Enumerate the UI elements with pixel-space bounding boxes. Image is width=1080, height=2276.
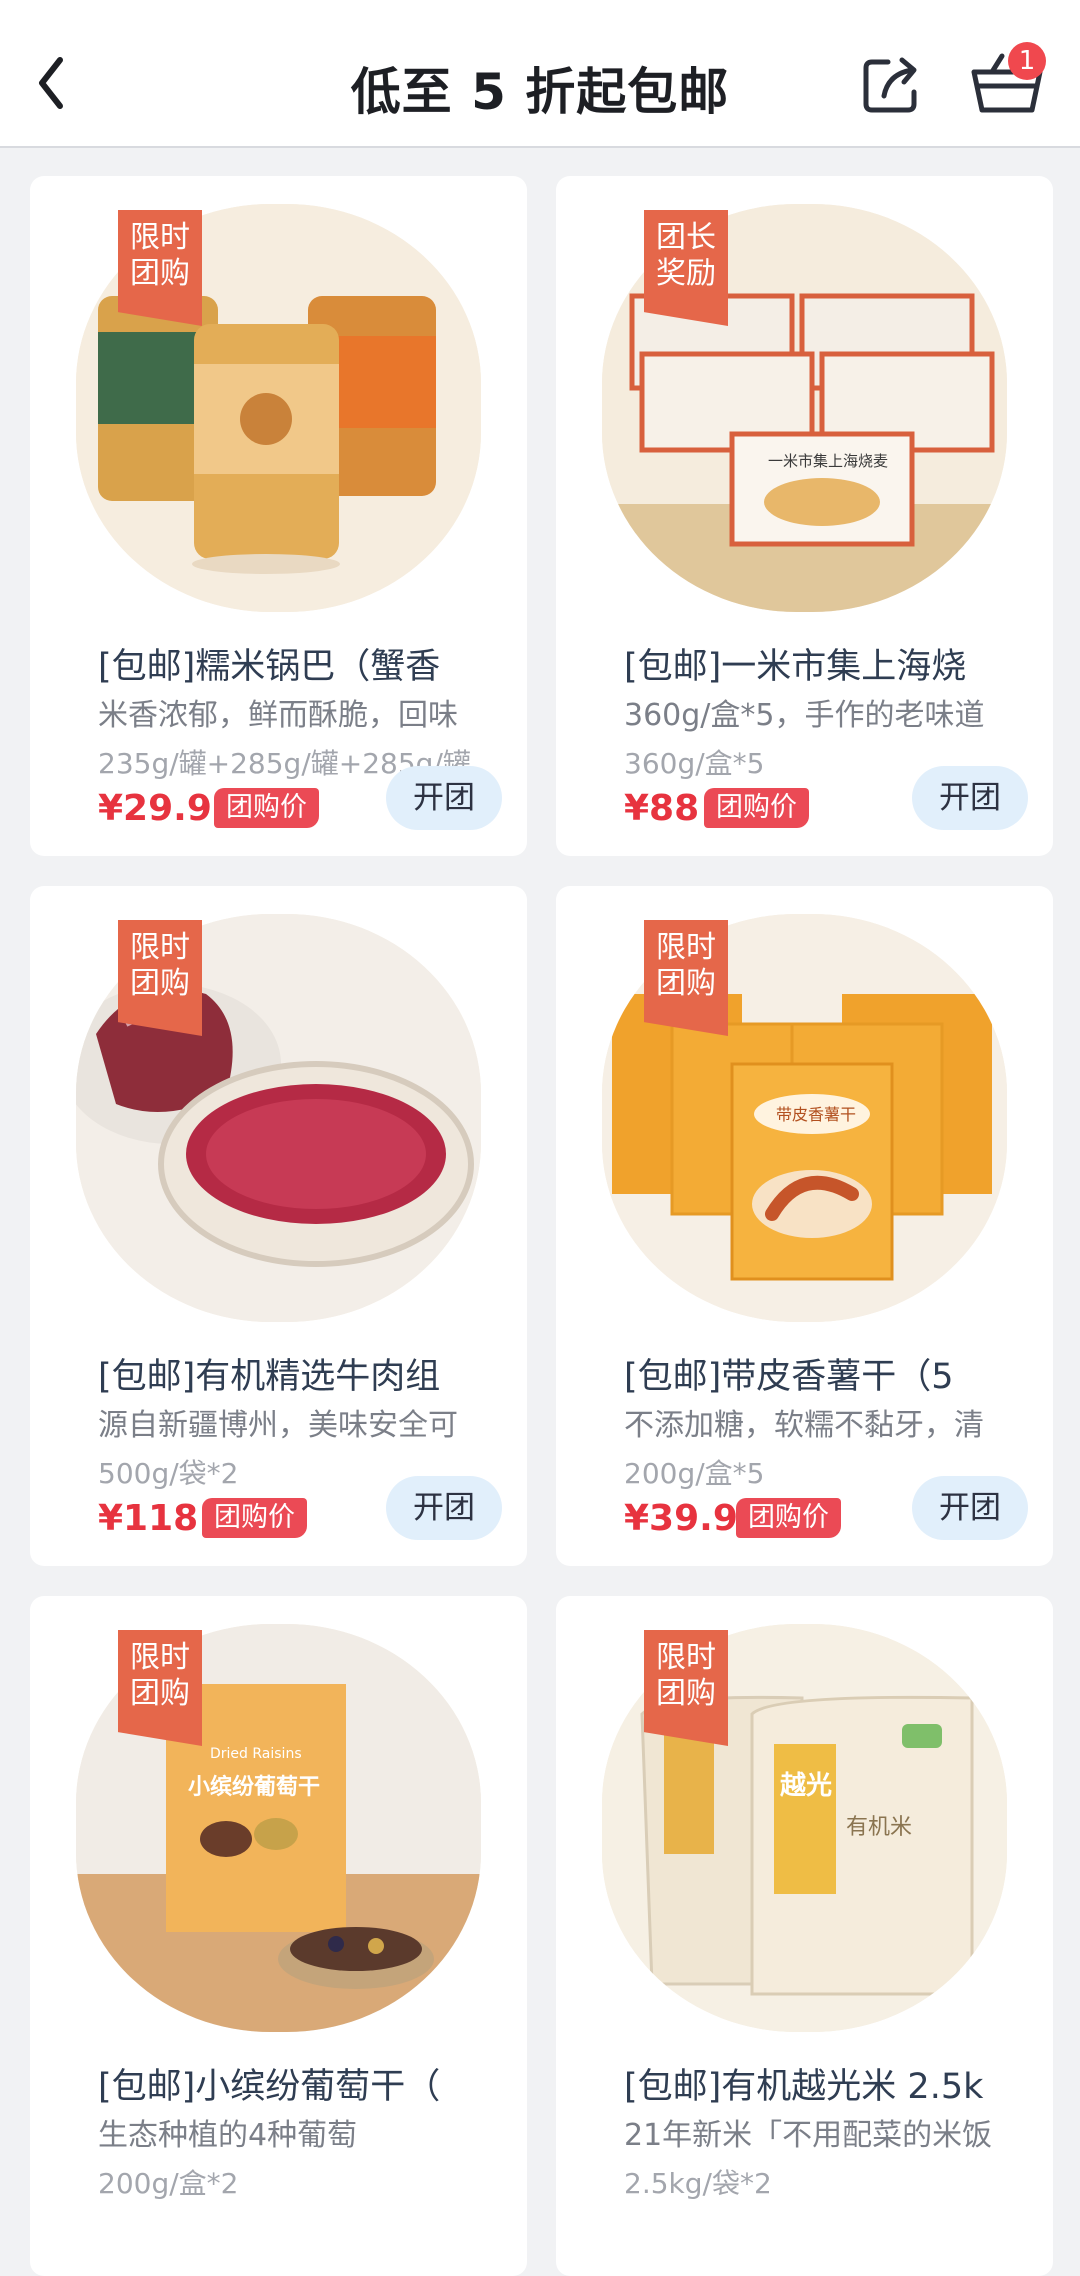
product-price: ¥118 bbox=[98, 1498, 199, 1539]
open-group-button[interactable]: 开团 bbox=[386, 1476, 502, 1540]
product-card[interactable]: Dried Raisins 小缤纷葡萄干 限时 团购 [包邮]小缤纷葡萄干（ 生… bbox=[30, 1596, 527, 2276]
tag-line: 限时 bbox=[130, 930, 190, 965]
tag-line: 奖励 bbox=[656, 256, 716, 291]
tag-line: 限时 bbox=[130, 220, 190, 255]
tag-line: 限时 bbox=[130, 1640, 190, 1675]
top-bar: 低至 5 折起包邮 1 bbox=[0, 0, 1080, 148]
tag-line: 团购 bbox=[130, 966, 190, 1001]
tag-line: 限时 bbox=[656, 1640, 716, 1675]
product-name: [包邮]糯米锅巴（蟹香 bbox=[98, 647, 441, 687]
product-desc: 不添加糖，软糯不黏牙，清 bbox=[624, 1408, 984, 1443]
promo-tag: 限时 团购 bbox=[118, 1630, 202, 1746]
tag-line: 团长 bbox=[656, 220, 716, 255]
group-price-badge: 团购价 bbox=[214, 788, 319, 828]
share-icon[interactable] bbox=[858, 52, 926, 116]
open-group-button[interactable]: 开团 bbox=[386, 766, 502, 830]
product-desc: 源自新疆博州，美味安全可 bbox=[98, 1408, 458, 1443]
promo-tag: 限时 团购 bbox=[118, 210, 202, 326]
product-card[interactable]: 限时 团购 [包邮]有机精选牛肉组 源自新疆博州，美味安全可 500g/袋*2 … bbox=[30, 886, 527, 1566]
group-price-badge: 团购价 bbox=[202, 1498, 307, 1538]
product-desc: 生态种植的4种葡萄 bbox=[98, 2118, 358, 2153]
tag-line: 团购 bbox=[130, 1676, 190, 1711]
tag-line: 团购 bbox=[656, 1676, 716, 1711]
tag-line: 限时 bbox=[656, 930, 716, 965]
product-spec: 200g/盒*2 bbox=[98, 2167, 239, 2200]
product-name: [包邮]一米市集上海烧 bbox=[624, 647, 967, 687]
box-text-title: 小缤纷葡萄干 bbox=[188, 1774, 320, 1800]
box-label: 带皮香薯干 bbox=[776, 1105, 856, 1124]
bag-text-big: 越光 bbox=[780, 1771, 832, 1801]
product-desc: 360g/盒*5，手作的老味道 bbox=[624, 698, 985, 733]
box-label: 一米市集上海烧麦 bbox=[768, 452, 888, 470]
open-group-button[interactable]: 开团 bbox=[912, 766, 1028, 830]
product-price: ¥88 bbox=[624, 788, 700, 829]
product-desc: 米香浓郁，鲜而酥脆，回味 bbox=[98, 698, 458, 733]
product-price: ¥39.9 bbox=[624, 1498, 738, 1539]
product-card[interactable]: 一米市集上海烧麦 团长 奖励 [包邮]一米市集上海烧 360g/盒*5，手作的老… bbox=[556, 176, 1053, 856]
product-price: ¥29.9 bbox=[98, 788, 212, 829]
bag-text-small: 有机米 bbox=[846, 1815, 912, 1840]
cart-count-badge: 1 bbox=[1008, 42, 1046, 80]
group-price-badge: 团购价 bbox=[736, 1498, 841, 1538]
product-spec: 2.5kg/袋*2 bbox=[624, 2167, 772, 2200]
product-name: [包邮]有机越光米 2.5k bbox=[624, 2067, 984, 2107]
tag-line: 团购 bbox=[130, 256, 190, 291]
product-name: [包邮]带皮香薯干（5 bbox=[624, 1357, 954, 1397]
product-card[interactable]: 带皮香薯干 限时 团购 [包邮]带皮香薯干（5 不添加糖，软糯不黏牙，清 200… bbox=[556, 886, 1053, 1566]
tag-line: 团购 bbox=[656, 966, 716, 1001]
product-name: [包邮]有机精选牛肉组 bbox=[98, 1357, 441, 1397]
box-text-en: Dried Raisins bbox=[210, 1746, 302, 1762]
promo-tag: 团长 奖励 bbox=[644, 210, 728, 326]
promo-tag: 限时 团购 bbox=[118, 920, 202, 1036]
promo-tag: 限时 团购 bbox=[644, 920, 728, 1036]
group-price-badge: 团购价 bbox=[704, 788, 809, 828]
product-card[interactable]: 限时 团购 [包邮]糯米锅巴（蟹香 米香浓郁，鲜而酥脆，回味 235g/罐+28… bbox=[30, 176, 527, 856]
open-group-button[interactable]: 开团 bbox=[912, 1476, 1028, 1540]
product-name: [包邮]小缤纷葡萄干（ bbox=[98, 2067, 441, 2107]
promo-tag: 限时 团购 bbox=[644, 1630, 728, 1746]
product-desc: 21年新米「不用配菜的米饭 bbox=[624, 2118, 993, 2153]
product-card[interactable]: 越光 有机米 限时 团购 [包邮]有机越光米 2.5k 21年新米「不用配菜的米… bbox=[556, 1596, 1053, 2276]
